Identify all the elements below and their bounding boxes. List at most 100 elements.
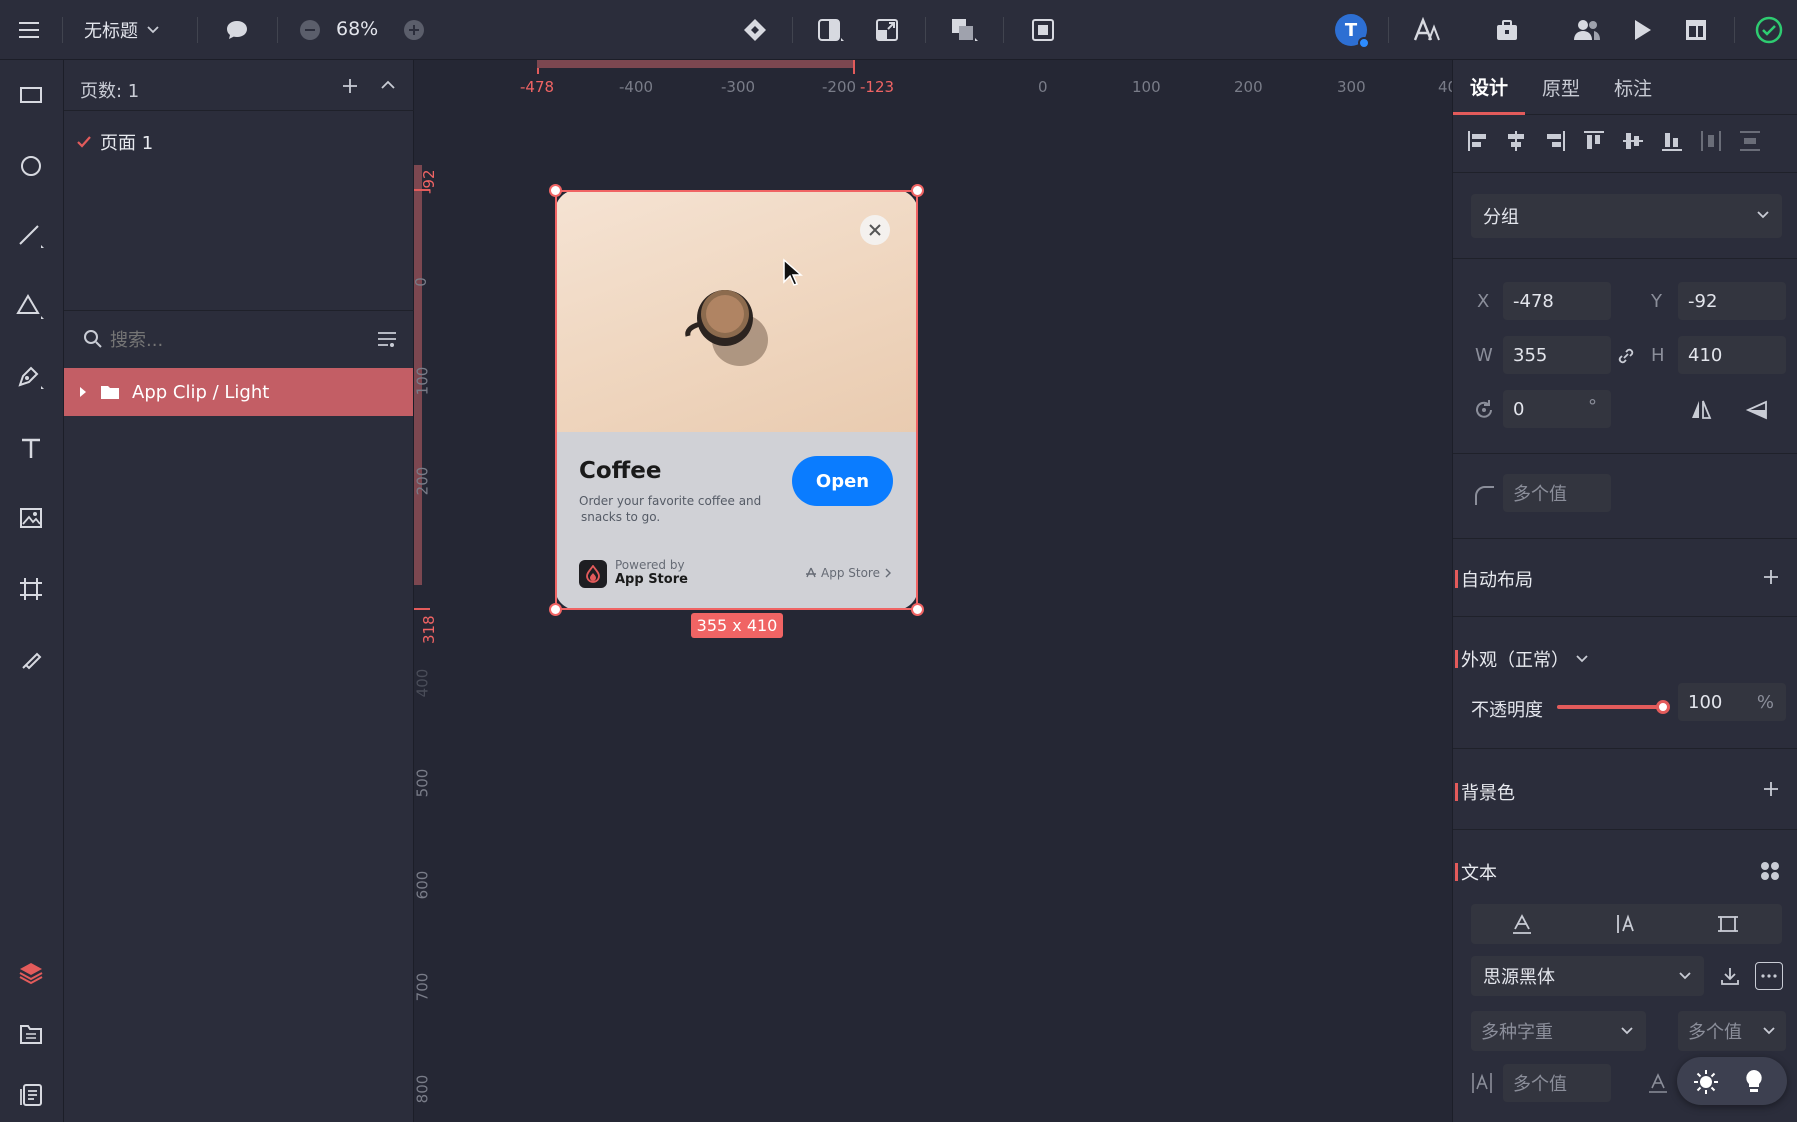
text-styles-icon[interactable] bbox=[1759, 860, 1781, 882]
rotation-input[interactable]: 0 ° bbox=[1503, 390, 1611, 428]
pen-tool-icon[interactable] bbox=[11, 357, 51, 397]
flip-horizontal-icon[interactable] bbox=[1689, 398, 1713, 422]
comment-icon[interactable] bbox=[220, 13, 254, 47]
selection-box bbox=[555, 190, 918, 610]
filter-icon[interactable] bbox=[376, 330, 398, 348]
tab-prototype[interactable]: 原型 bbox=[1525, 60, 1597, 115]
layer-type-select[interactable]: 分组 bbox=[1471, 194, 1782, 238]
corner-radius-input[interactable]: 多个值 bbox=[1503, 474, 1611, 512]
avatar[interactable]: T bbox=[1335, 14, 1370, 49]
font-weight-select[interactable]: 多种字重 bbox=[1471, 1011, 1646, 1051]
layers-icon[interactable] bbox=[11, 953, 51, 993]
font-size-select[interactable]: 多个值 bbox=[1678, 1011, 1786, 1051]
polygon-tool-icon[interactable] bbox=[11, 287, 51, 327]
library-icon[interactable] bbox=[11, 1075, 51, 1115]
width-input[interactable]: 355 bbox=[1503, 336, 1611, 374]
add-background-icon[interactable] bbox=[1761, 779, 1781, 799]
opacity-input[interactable]: 100 % bbox=[1678, 683, 1786, 721]
chevron-down-icon bbox=[1757, 211, 1769, 219]
resize-handle-bottom-left[interactable] bbox=[549, 603, 562, 616]
rectangle-tool-icon[interactable] bbox=[11, 75, 51, 115]
assets-icon[interactable] bbox=[11, 1014, 51, 1054]
add-auto-layout-icon[interactable] bbox=[1761, 567, 1781, 587]
left-toolbar bbox=[0, 60, 64, 1122]
menu-icon[interactable] bbox=[12, 13, 46, 47]
opacity-slider-track[interactable] bbox=[1557, 700, 1670, 714]
align-center-h-icon[interactable] bbox=[1505, 130, 1527, 152]
font-family-value: 思源黑体 bbox=[1483, 967, 1555, 988]
divider bbox=[197, 17, 198, 43]
image-tool-icon[interactable] bbox=[11, 498, 51, 538]
font-family-select[interactable]: 思源黑体 bbox=[1471, 956, 1704, 996]
boolean-icon[interactable] bbox=[947, 13, 981, 47]
auto-width-icon[interactable] bbox=[1511, 913, 1533, 935]
lightbulb-icon[interactable] bbox=[1743, 1068, 1765, 1094]
saved-check-icon bbox=[1752, 13, 1786, 47]
collapse-pages-icon[interactable] bbox=[380, 78, 396, 92]
zoom-level[interactable]: 68% bbox=[336, 18, 378, 40]
share-users-icon[interactable] bbox=[1570, 13, 1604, 47]
auto-height-icon[interactable] bbox=[1615, 913, 1637, 935]
font-install-icon[interactable] bbox=[1719, 965, 1741, 987]
slice-tool-icon[interactable] bbox=[11, 639, 51, 679]
distribute-vertical-icon[interactable] bbox=[1739, 130, 1761, 152]
divider bbox=[64, 110, 414, 111]
line-tool-icon[interactable] bbox=[11, 216, 51, 256]
layout-panel-icon[interactable] bbox=[1679, 13, 1713, 47]
ellipse-tool-icon[interactable] bbox=[11, 146, 51, 186]
y-input[interactable]: -92 bbox=[1678, 282, 1786, 320]
zoom-in-icon[interactable] bbox=[397, 13, 431, 47]
h-label: H bbox=[1651, 345, 1665, 366]
link-proportions-icon[interactable] bbox=[1616, 346, 1636, 366]
text-tool-icon[interactable] bbox=[11, 428, 51, 468]
ruler-selection-start: -92 bbox=[420, 169, 438, 195]
more-options-icon[interactable] bbox=[1755, 962, 1783, 990]
play-icon[interactable] bbox=[1625, 13, 1659, 47]
resize-handle-top-right[interactable] bbox=[911, 184, 924, 197]
layer-row[interactable]: App Clip / Light bbox=[64, 368, 413, 416]
divider bbox=[1003, 17, 1004, 43]
frame-icon[interactable] bbox=[1026, 13, 1060, 47]
add-page-icon[interactable] bbox=[340, 76, 360, 96]
flip-vertical-icon[interactable] bbox=[1745, 398, 1769, 422]
align-bottom-icon[interactable] bbox=[1661, 130, 1683, 152]
auto-layout-title: 自动布局 bbox=[1455, 566, 1533, 592]
line-height-input[interactable]: 多个值 bbox=[1503, 1064, 1611, 1102]
ruler-tick: 100 bbox=[414, 366, 432, 396]
resize-handle-top-left[interactable] bbox=[549, 184, 562, 197]
sun-icon[interactable] bbox=[1693, 1069, 1719, 1095]
align-top-icon[interactable] bbox=[1583, 130, 1605, 152]
online-status-dot bbox=[1358, 37, 1370, 49]
font-weight-value: 多种字重 bbox=[1481, 1022, 1553, 1043]
layer-search-input[interactable] bbox=[110, 325, 330, 355]
ruler-tick: 200 bbox=[414, 466, 432, 496]
design-canvas[interactable]: -478 -123 -400 -300 -200 0 100 200 300 4… bbox=[414, 60, 1452, 1122]
artboard-tool-icon[interactable] bbox=[11, 569, 51, 609]
align-left-icon[interactable] bbox=[1467, 130, 1489, 152]
resize-handle-bottom-right[interactable] bbox=[911, 603, 924, 616]
divider bbox=[1734, 17, 1735, 43]
opacity-slider-handle[interactable] bbox=[1656, 700, 1670, 714]
zoom-out-icon[interactable] bbox=[293, 13, 327, 47]
chevron-down-icon bbox=[1763, 1027, 1775, 1035]
tab-design[interactable]: 设计 bbox=[1453, 60, 1525, 115]
horizontal-ruler: -478 -123 -400 -300 -200 0 100 200 300 4… bbox=[414, 60, 1452, 96]
x-input[interactable]: -478 bbox=[1503, 282, 1611, 320]
fixed-size-icon[interactable] bbox=[1717, 913, 1739, 935]
height-input[interactable]: 410 bbox=[1678, 336, 1786, 374]
component-icon[interactable] bbox=[738, 13, 772, 47]
font-icon[interactable] bbox=[1410, 13, 1444, 47]
align-center-v-icon[interactable] bbox=[1622, 130, 1644, 152]
expand-caret-icon[interactable] bbox=[78, 386, 88, 398]
tab-annotate[interactable]: 标注 bbox=[1597, 60, 1669, 115]
plugin-icon[interactable] bbox=[1490, 13, 1524, 47]
scale-icon[interactable] bbox=[870, 13, 904, 47]
distribute-horizontal-icon[interactable] bbox=[1700, 130, 1722, 152]
align-right-icon[interactable] bbox=[1544, 130, 1566, 152]
appearance-dropdown[interactable]: 外观（正常） bbox=[1455, 646, 1589, 672]
mask-icon[interactable] bbox=[813, 13, 847, 47]
divider bbox=[62, 17, 63, 43]
file-title-dropdown[interactable]: 无标题 bbox=[84, 17, 160, 43]
ruler-tick: 400 bbox=[414, 668, 432, 698]
page-list-item[interactable]: 页面 1 bbox=[76, 127, 396, 157]
